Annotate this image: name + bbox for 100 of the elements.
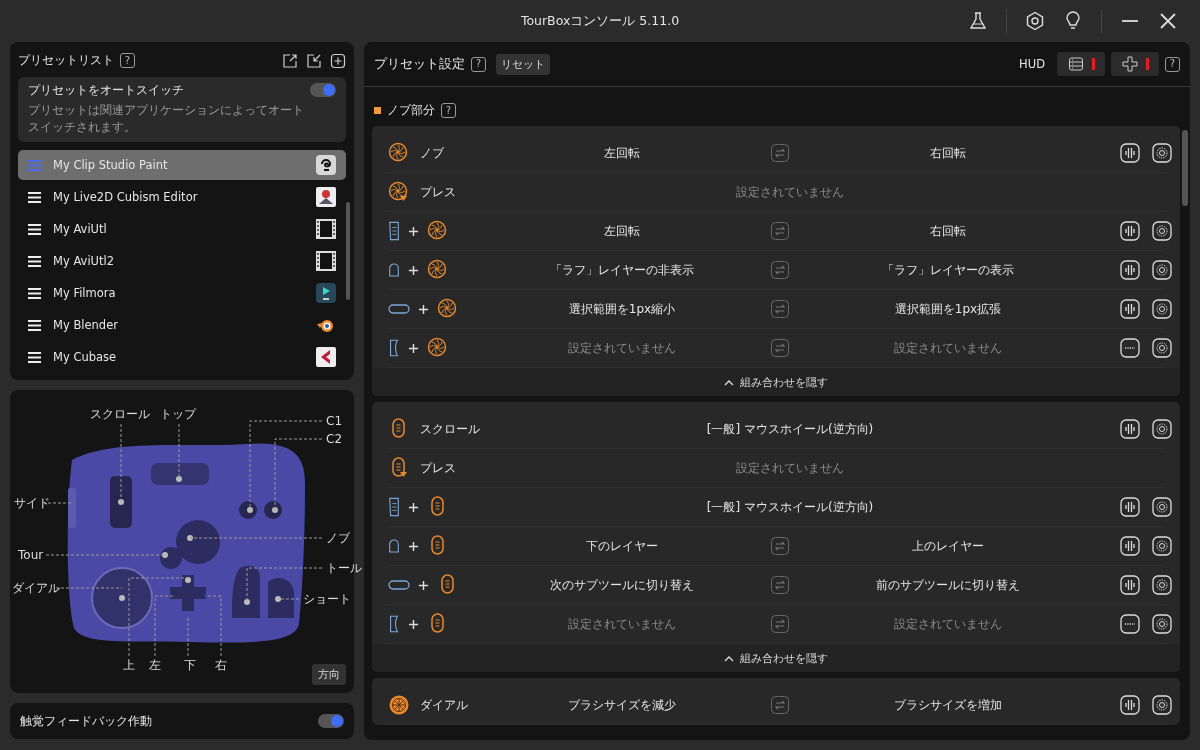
preset-item[interactable]: My Clip Studio Paint [18, 150, 346, 180]
chevron-app-icon [316, 347, 336, 367]
vibration-icon[interactable] [1120, 575, 1140, 595]
vibration-icon[interactable] [1120, 299, 1140, 319]
swap-icon[interactable] [771, 144, 789, 162]
knob-icon [388, 142, 410, 164]
action-text[interactable]: [一般] マウスホイール(逆方向) [482, 420, 1098, 438]
swap-icon[interactable] [771, 615, 789, 633]
toggle-switch[interactable] [318, 714, 344, 728]
action-text[interactable]: 右回転 [798, 222, 1098, 240]
swap-icon[interactable] [771, 300, 789, 318]
vibration-icon[interactable] [1120, 143, 1140, 163]
device-part-label: ダイアル [12, 579, 60, 597]
scrollbar-thumb[interactable] [1182, 130, 1188, 206]
haptic-label: 触覚フィードバック作動 [20, 713, 152, 729]
ribbon-app-icon [316, 283, 336, 303]
device-part-label: 下 [184, 656, 196, 674]
drag-handle-icon[interactable] [28, 159, 41, 171]
swap-icon[interactable] [771, 339, 789, 357]
flask-icon[interactable] [968, 11, 988, 31]
vibration-icon[interactable] [1120, 497, 1140, 517]
action-text[interactable]: 設定されていません [798, 339, 1098, 357]
bracket-icon [388, 337, 400, 359]
help-button[interactable]: ? [471, 56, 486, 72]
action-text[interactable]: 左回転 [482, 222, 762, 240]
burst-icon[interactable] [1152, 695, 1172, 715]
lined-bar-icon [388, 496, 400, 518]
burst-icon[interactable] [1152, 497, 1172, 517]
hide-combinations-button[interactable]: 組み合わせを隠す [372, 368, 1180, 396]
hide-combinations-button[interactable]: 組み合わせを隠す [372, 644, 1180, 672]
device-part-label: ノブ [326, 529, 350, 547]
action-text[interactable]: 設定されていません [482, 339, 762, 357]
action-text[interactable]: 設定されていません [798, 615, 1098, 633]
action-text[interactable]: 設定されていません [482, 459, 1098, 477]
figure-app-icon [316, 187, 336, 207]
vibration-icon[interactable] [1120, 260, 1140, 280]
burst-icon[interactable] [1152, 614, 1172, 634]
settings-icon[interactable] [1025, 11, 1045, 31]
help-button[interactable]: ? [441, 103, 456, 118]
scrollbar-thumb[interactable] [346, 202, 350, 300]
action-text[interactable]: 上のレイヤー [798, 537, 1098, 555]
preset-item[interactable]: My AviUtl2 [18, 246, 346, 276]
vibration-icon[interactable] [1120, 419, 1140, 439]
leader-line [55, 587, 123, 589]
device-part-label: 上 [123, 656, 135, 674]
hud-button[interactable] [1057, 52, 1105, 76]
burst-icon[interactable] [1152, 419, 1172, 439]
vibration-icon[interactable] [1120, 695, 1140, 715]
action-text[interactable]: 選択範囲を1px縮小 [482, 300, 762, 318]
burst-icon[interactable] [1152, 143, 1172, 163]
film-app-icon [316, 251, 336, 271]
export-icon[interactable] [282, 52, 298, 69]
action-text[interactable]: 「ラフ」レイヤーの表示 [798, 261, 1098, 279]
lined-bar-icon [388, 220, 400, 242]
add-icon[interactable] [330, 52, 346, 69]
bracket-icon [388, 613, 400, 635]
preset-item[interactable]: My Cubase [18, 342, 346, 372]
action-text[interactable]: 次のサブツールに切り替え [482, 576, 762, 594]
reset-button[interactable]: リセット [496, 53, 550, 75]
direction-button[interactable]: 方向 [312, 664, 346, 685]
close-icon[interactable] [1158, 11, 1178, 31]
action-text[interactable]: 下のレイヤー [482, 537, 762, 555]
caret-icon [724, 654, 734, 662]
action-text[interactable]: 設定されていません [482, 615, 762, 633]
window-title: TourBoxコンソール 5.11.0 [520, 12, 680, 30]
action-text[interactable]: [一般] マウスホイール(逆方向) [482, 498, 1098, 516]
help-button[interactable]: ? [1165, 56, 1180, 72]
action-text[interactable]: 設定されていません [482, 183, 1098, 201]
burst-icon[interactable] [1152, 260, 1172, 280]
burst-icon[interactable] [1152, 536, 1172, 556]
lightbulb-icon[interactable] [1063, 11, 1083, 31]
action-text[interactable]: 選択範囲を1px拡張 [798, 300, 1098, 318]
swap-icon[interactable] [771, 696, 789, 714]
action-text[interactable]: ブラシサイズを減少 [482, 696, 762, 714]
swap-icon[interactable] [771, 261, 789, 279]
row-label: プレス [420, 184, 456, 200]
action-text[interactable]: 左回転 [482, 144, 762, 162]
swap-icon[interactable] [771, 222, 789, 240]
action-text[interactable]: ブラシサイズを増加 [798, 696, 1098, 714]
action-text[interactable]: 右回転 [798, 144, 1098, 162]
action-text[interactable]: 「ラフ」レイヤーの非表示 [482, 261, 762, 279]
device-part-label: C1 [326, 414, 342, 428]
burst-icon[interactable] [1152, 221, 1172, 241]
burst-icon[interactable] [1152, 575, 1172, 595]
help-button[interactable]: ? [120, 53, 135, 68]
swap-icon[interactable] [771, 537, 789, 555]
preset-item[interactable]: My Live2D Cubism Editor [18, 182, 346, 212]
preset-item[interactable]: My Blender [18, 310, 346, 340]
section-marker [374, 107, 381, 114]
toggle-switch[interactable] [310, 83, 336, 97]
preset-item[interactable]: My Filmora [18, 278, 346, 308]
preset-item[interactable]: My AviUtl [18, 214, 346, 244]
vibration-icon[interactable] [1120, 536, 1140, 556]
burst-icon[interactable] [1152, 299, 1172, 319]
swap-icon[interactable] [771, 576, 789, 594]
hud-button[interactable] [1111, 52, 1159, 76]
burst-icon[interactable] [1152, 338, 1172, 358]
vibration-icon[interactable] [1120, 221, 1140, 241]
import-icon[interactable] [306, 52, 322, 69]
action-text[interactable]: 前のサブツールに切り替え [798, 576, 1098, 594]
